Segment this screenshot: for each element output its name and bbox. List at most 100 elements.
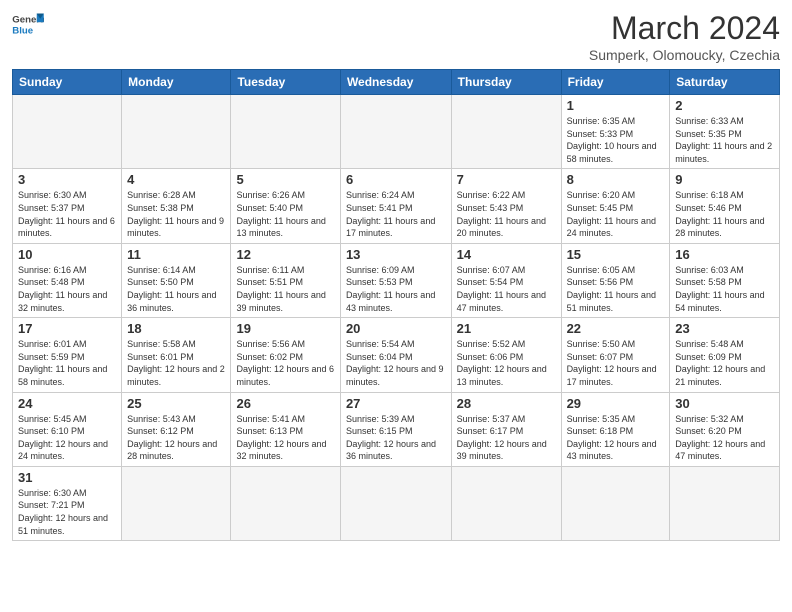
day-number: 18 [127, 321, 225, 336]
svg-text:Blue: Blue [12, 26, 33, 37]
day-number: 13 [346, 247, 446, 262]
day-number: 2 [675, 98, 774, 113]
logo: General Blue [12, 10, 44, 38]
calendar-cell [231, 466, 340, 540]
day-info: Sunrise: 6:30 AM Sunset: 7:21 PM Dayligh… [18, 487, 116, 537]
day-number: 6 [346, 172, 446, 187]
day-number: 10 [18, 247, 116, 262]
day-number: 16 [675, 247, 774, 262]
calendar-week-6: 31 Sunrise: 6:30 AM Sunset: 7:21 PM Dayli… [13, 466, 780, 540]
calendar-cell [231, 95, 340, 169]
calendar-cell: 23 Sunrise: 5:48 AM Sunset: 6:09 PM Dayli… [670, 318, 780, 392]
day-number: 8 [567, 172, 665, 187]
calendar-cell: 27Sunrise: 5:39 AM Sunset: 6:15 PM Dayli… [340, 392, 451, 466]
day-info: Sunrise: 6:28 AM Sunset: 5:38 PM Dayligh… [127, 189, 225, 239]
calendar-cell [122, 95, 231, 169]
day-info: Sunrise: 6:14 AM Sunset: 5:50 PM Dayligh… [127, 264, 225, 314]
day-number: 1 [567, 98, 665, 113]
calendar-cell: 25Sunrise: 5:43 AM Sunset: 6:12 PM Dayli… [122, 392, 231, 466]
day-info: Sunrise: 5:43 AM Sunset: 6:12 PM Dayligh… [127, 413, 225, 463]
day-of-week-friday: Friday [561, 70, 670, 95]
day-info: Sunrise: 6:07 AM Sunset: 5:54 PM Dayligh… [457, 264, 556, 314]
day-number: 21 [457, 321, 556, 336]
calendar-cell [13, 95, 122, 169]
day-number: 4 [127, 172, 225, 187]
calendar-cell: 18 Sunrise: 5:58 AM Sunset: 6:01 PM Dayli… [122, 318, 231, 392]
calendar-cell: 12 Sunrise: 6:11 AM Sunset: 5:51 PM Dayli… [231, 243, 340, 317]
day-number: 7 [457, 172, 556, 187]
day-info: Sunrise: 6:24 AM Sunset: 5:41 PM Dayligh… [346, 189, 446, 239]
calendar-cell [561, 466, 670, 540]
calendar-cell: 4 Sunrise: 6:28 AM Sunset: 5:38 PM Daylig… [122, 169, 231, 243]
day-number: 15 [567, 247, 665, 262]
day-of-week-monday: Monday [122, 70, 231, 95]
calendar-cell: 26 Sunrise: 5:41 AM Sunset: 6:13 PM Dayli… [231, 392, 340, 466]
day-number: 19 [236, 321, 334, 336]
location: Sumperk, Olomoucky, Czechia [589, 47, 780, 63]
title-block: March 2024 Sumperk, Olomoucky, Czechia [589, 10, 780, 63]
generalblue-logo-icon: General Blue [12, 10, 44, 38]
day-info: Sunrise: 5:35 AM Sunset: 6:18 PM Dayligh… [567, 413, 665, 463]
calendar-week-4: 17Sunrise: 6:01 AM Sunset: 5:59 PM Dayli… [13, 318, 780, 392]
day-info: Sunrise: 6:30 AM Sunset: 5:37 PM Dayligh… [18, 189, 116, 239]
calendar: SundayMondayTuesdayWednesdayThursdayFrid… [12, 69, 780, 541]
calendar-cell: 8 Sunrise: 6:20 AM Sunset: 5:45 PM Daylig… [561, 169, 670, 243]
calendar-week-1: 1Sunrise: 6:35 AM Sunset: 5:33 PM Daylig… [13, 95, 780, 169]
calendar-cell: 28Sunrise: 5:37 AM Sunset: 6:17 PM Dayli… [451, 392, 561, 466]
day-info: Sunrise: 6:20 AM Sunset: 5:45 PM Dayligh… [567, 189, 665, 239]
calendar-cell [340, 466, 451, 540]
day-number: 14 [457, 247, 556, 262]
day-number: 11 [127, 247, 225, 262]
day-info: Sunrise: 5:45 AM Sunset: 6:10 PM Dayligh… [18, 413, 116, 463]
day-number: 22 [567, 321, 665, 336]
day-info: Sunrise: 6:22 AM Sunset: 5:43 PM Dayligh… [457, 189, 556, 239]
calendar-cell [340, 95, 451, 169]
day-info: Sunrise: 6:05 AM Sunset: 5:56 PM Dayligh… [567, 264, 665, 314]
day-number: 5 [236, 172, 334, 187]
day-number: 3 [18, 172, 116, 187]
day-info: Sunrise: 5:48 AM Sunset: 6:09 PM Dayligh… [675, 338, 774, 388]
day-info: Sunrise: 5:54 AM Sunset: 6:04 PM Dayligh… [346, 338, 446, 388]
day-number: 31 [18, 470, 116, 485]
day-number: 29 [567, 396, 665, 411]
calendar-cell: 20 Sunrise: 5:54 AM Sunset: 6:04 PM Dayli… [340, 318, 451, 392]
calendar-cell: 9Sunrise: 6:18 AM Sunset: 5:46 PM Daylig… [670, 169, 780, 243]
day-of-week-tuesday: Tuesday [231, 70, 340, 95]
calendar-cell: 10 Sunrise: 6:16 AM Sunset: 5:48 PM Dayli… [13, 243, 122, 317]
calendar-week-5: 24Sunrise: 5:45 AM Sunset: 6:10 PM Dayli… [13, 392, 780, 466]
month-year: March 2024 [589, 10, 780, 47]
calendar-cell: 1Sunrise: 6:35 AM Sunset: 5:33 PM Daylig… [561, 95, 670, 169]
day-number: 26 [236, 396, 334, 411]
calendar-cell [451, 466, 561, 540]
calendar-cell: 16Sunrise: 6:03 AM Sunset: 5:58 PM Dayli… [670, 243, 780, 317]
day-of-week-sunday: Sunday [13, 70, 122, 95]
page: General Blue March 2024 Sumperk, Olomouc… [0, 0, 792, 551]
day-info: Sunrise: 6:16 AM Sunset: 5:48 PM Dayligh… [18, 264, 116, 314]
day-info: Sunrise: 6:11 AM Sunset: 5:51 PM Dayligh… [236, 264, 334, 314]
day-number: 28 [457, 396, 556, 411]
calendar-cell: 22Sunrise: 5:50 AM Sunset: 6:07 PM Dayli… [561, 318, 670, 392]
day-of-week-saturday: Saturday [670, 70, 780, 95]
day-number: 20 [346, 321, 446, 336]
calendar-cell: 13 Sunrise: 6:09 AM Sunset: 5:53 PM Dayli… [340, 243, 451, 317]
calendar-cell: 6 Sunrise: 6:24 AM Sunset: 5:41 PM Daylig… [340, 169, 451, 243]
day-info: Sunrise: 5:39 AM Sunset: 6:15 PM Dayligh… [346, 413, 446, 463]
day-info: Sunrise: 5:41 AM Sunset: 6:13 PM Dayligh… [236, 413, 334, 463]
day-info: Sunrise: 6:01 AM Sunset: 5:59 PM Dayligh… [18, 338, 116, 388]
day-info: Sunrise: 6:26 AM Sunset: 5:40 PM Dayligh… [236, 189, 334, 239]
day-number: 12 [236, 247, 334, 262]
day-number: 9 [675, 172, 774, 187]
calendar-cell: 21Sunrise: 5:52 AM Sunset: 6:06 PM Dayli… [451, 318, 561, 392]
day-info: Sunrise: 5:58 AM Sunset: 6:01 PM Dayligh… [127, 338, 225, 388]
header: General Blue March 2024 Sumperk, Olomouc… [12, 10, 780, 63]
day-number: 23 [675, 321, 774, 336]
calendar-header-row: SundayMondayTuesdayWednesdayThursdayFrid… [13, 70, 780, 95]
day-info: Sunrise: 5:56 AM Sunset: 6:02 PM Dayligh… [236, 338, 334, 388]
calendar-cell: 30Sunrise: 5:32 AM Sunset: 6:20 PM Dayli… [670, 392, 780, 466]
calendar-cell [122, 466, 231, 540]
calendar-week-2: 3 Sunrise: 6:30 AM Sunset: 5:37 PM Daylig… [13, 169, 780, 243]
day-info: Sunrise: 6:09 AM Sunset: 5:53 PM Dayligh… [346, 264, 446, 314]
calendar-cell: 17Sunrise: 6:01 AM Sunset: 5:59 PM Dayli… [13, 318, 122, 392]
calendar-cell: 29 Sunrise: 5:35 AM Sunset: 6:18 PM Dayli… [561, 392, 670, 466]
calendar-week-3: 10 Sunrise: 6:16 AM Sunset: 5:48 PM Dayli… [13, 243, 780, 317]
